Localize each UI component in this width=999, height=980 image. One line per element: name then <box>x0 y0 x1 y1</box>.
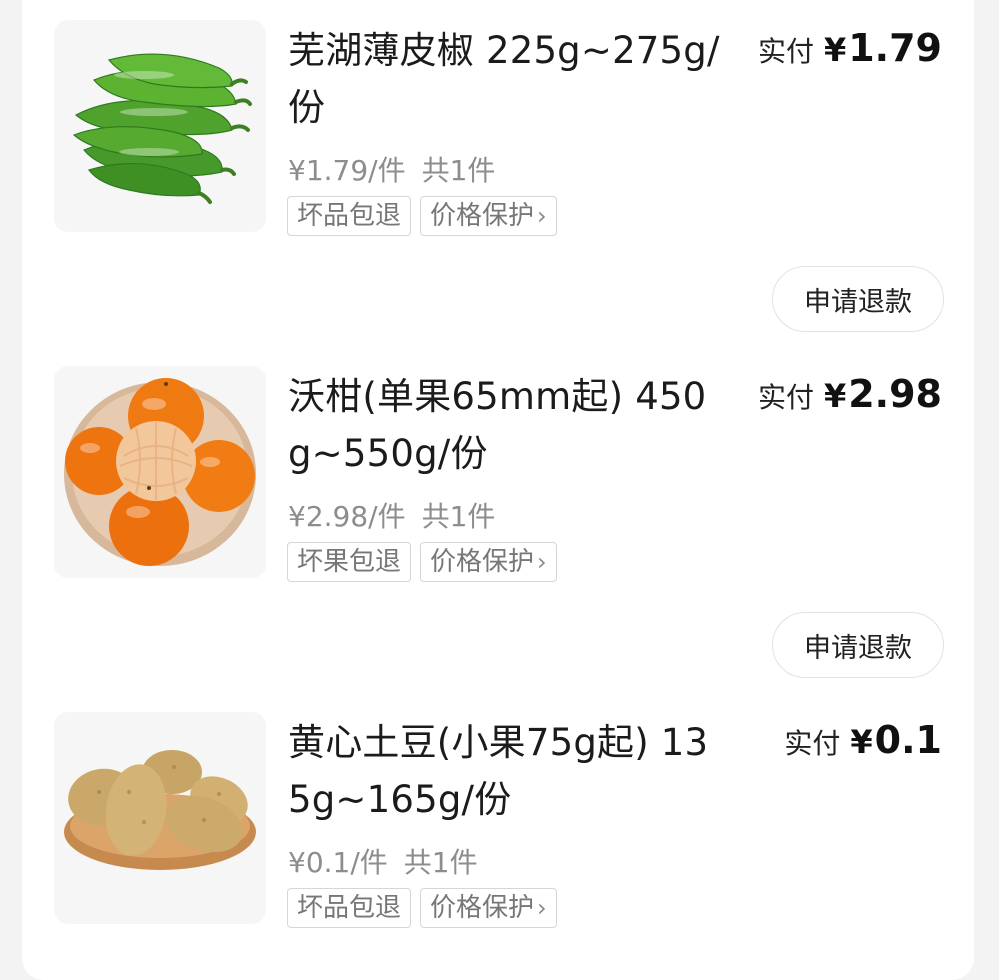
paid-amount: 实付 ¥2.98 <box>758 372 942 416</box>
tag-damage-refund: 坏品包退 <box>287 888 412 928</box>
refund-button[interactable]: 申请退款 <box>772 266 944 332</box>
unit-price-line: ¥2.98/件 共1件 <box>288 495 495 535</box>
product-image-potato[interactable] <box>54 712 266 924</box>
unit-price: ¥0.1/件 <box>288 846 388 879</box>
order-items-card: 芜湖薄皮椒 225g~275g/份 ¥1.79/件 共1件 坏品包退 价格保护 › … <box>22 0 974 980</box>
product-title[interactable]: 沃柑(单果65mm起) 450g~550g/份 <box>288 368 728 482</box>
unit-price: ¥2.98/件 <box>288 500 406 533</box>
quantity: 共1件 <box>421 154 496 187</box>
paid-label: 实付 <box>757 381 814 414</box>
order-item: 芜湖薄皮椒 225g~275g/份 ¥1.79/件 共1件 坏品包退 价格保护 › … <box>22 20 974 332</box>
refund-button[interactable]: 申请退款 <box>772 612 944 678</box>
currency-symbol: ¥ <box>823 31 847 69</box>
tag-damage-refund: 坏品包退 <box>287 196 412 236</box>
quantity: 共1件 <box>403 846 478 879</box>
potato-icon <box>54 712 266 924</box>
tag-price-protection[interactable]: 价格保护 › <box>420 196 557 236</box>
paid-value: 1.79 <box>848 26 942 70</box>
chevron-right-icon: › <box>537 201 547 230</box>
product-image-pepper[interactable] <box>54 20 266 232</box>
green-pepper-icon <box>54 20 266 232</box>
tag-price-protection[interactable]: 价格保护 › <box>420 542 557 582</box>
chevron-right-icon: › <box>537 893 547 922</box>
chevron-right-icon: › <box>537 547 547 576</box>
mandarin-orange-icon <box>54 366 266 578</box>
product-title[interactable]: 芜湖薄皮椒 225g~275g/份 <box>288 22 728 136</box>
tag-damage-refund: 坏果包退 <box>287 542 412 582</box>
order-item: 沃柑(单果65mm起) 450g~550g/份 ¥2.98/件 共1件 坏果包退 … <box>22 366 974 678</box>
paid-amount: 实付 ¥0.1 <box>784 718 942 762</box>
product-image-orange[interactable] <box>54 366 266 578</box>
product-title[interactable]: 黄心土豆(小果75g起) 135g~165g/份 <box>288 714 728 828</box>
service-tags: 坏品包退 价格保护 › <box>287 888 557 928</box>
tag-price-protection[interactable]: 价格保护 › <box>420 888 557 928</box>
unit-price-line: ¥1.79/件 共1件 <box>288 149 495 189</box>
paid-value: 2.98 <box>848 372 942 416</box>
paid-label: 实付 <box>757 35 814 68</box>
currency-symbol: ¥ <box>823 377 847 415</box>
service-tags: 坏品包退 价格保护 › <box>287 196 557 236</box>
unit-price-line: ¥0.1/件 共1件 <box>288 841 478 881</box>
currency-symbol: ¥ <box>850 723 873 761</box>
paid-value: 0.1 <box>874 718 942 762</box>
order-item: 黄心土豆(小果75g起) 135g~165g/份 ¥0.1/件 共1件 坏品包退 … <box>22 712 974 972</box>
quantity: 共1件 <box>421 500 496 533</box>
unit-price: ¥1.79/件 <box>288 154 406 187</box>
service-tags: 坏果包退 价格保护 › <box>287 542 557 582</box>
paid-label: 实付 <box>784 727 841 760</box>
paid-amount: 实付 ¥1.79 <box>758 26 942 70</box>
